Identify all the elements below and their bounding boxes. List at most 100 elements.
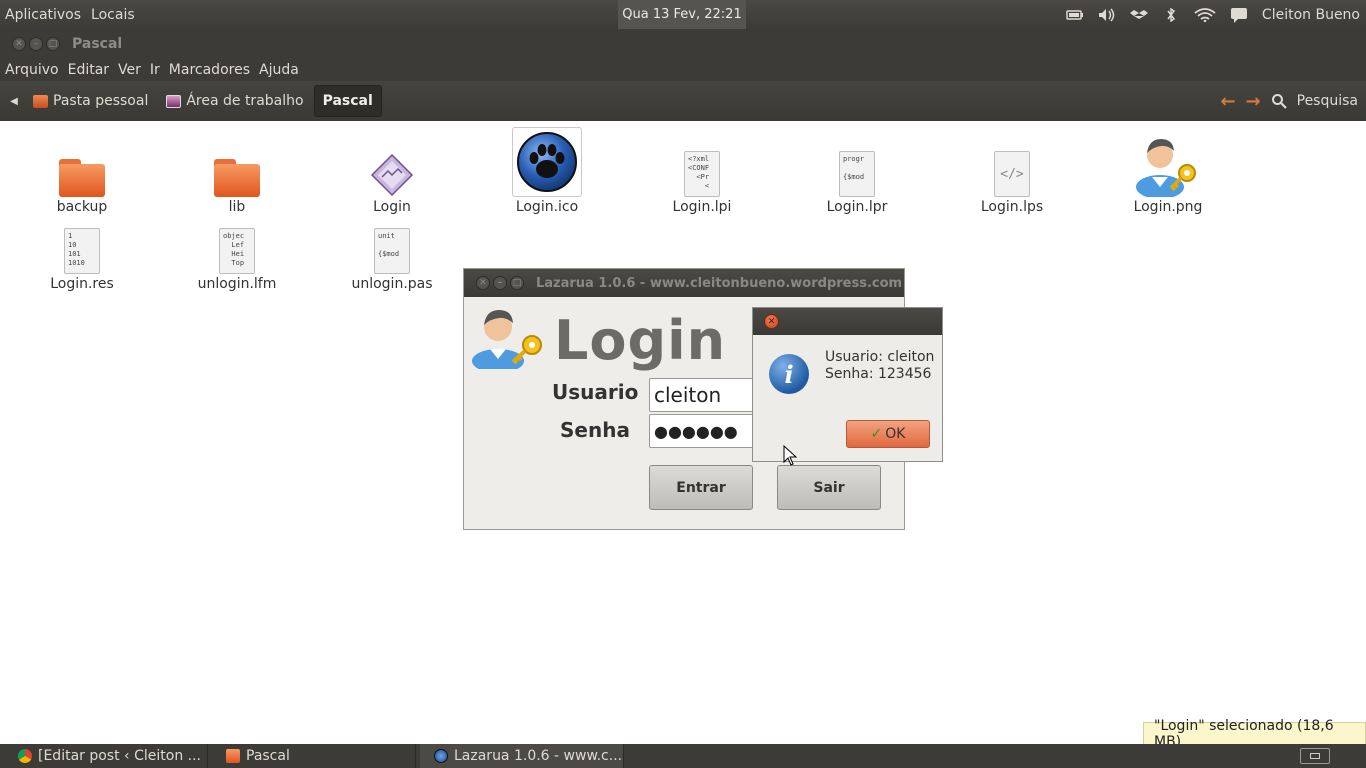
folder-icon	[214, 159, 260, 197]
dialog-message-line1: Usuario: cleiton	[825, 349, 935, 365]
bluetooth-icon[interactable]	[1162, 7, 1180, 22]
password-label: Senha	[560, 418, 630, 442]
forward-arrow-icon[interactable]: →	[1246, 91, 1261, 112]
lazarus-paw-icon	[434, 749, 448, 763]
file-name: Login.ico	[515, 199, 579, 215]
task-label: Pascal	[246, 748, 290, 764]
file-name: Login.lpr	[826, 199, 888, 215]
close-icon[interactable]: ✕	[476, 276, 490, 290]
wifi-icon[interactable]	[1194, 7, 1216, 22]
top-menu: Aplicativos Locais	[0, 7, 135, 23]
messaging-icon[interactable]	[1230, 7, 1248, 23]
document-icon: unit {$mod	[374, 228, 410, 274]
file-item-login-lpr[interactable]: progr {$mod Login.lpr	[792, 121, 922, 215]
user-name[interactable]: Cleiton Bueno	[1262, 7, 1360, 23]
breadcrumb-desktop-label: Área de trabalho	[186, 93, 304, 109]
username-label: Usuario	[552, 380, 639, 404]
menu-arquivo[interactable]: Arquivo	[5, 62, 59, 78]
toolbar-navigation: ← → Pesquisa	[1220, 81, 1358, 121]
breadcrumb-home[interactable]: Pasta pessoal	[25, 87, 156, 115]
back-arrow-icon[interactable]: ←	[1220, 91, 1235, 112]
info-icon: i	[769, 354, 809, 394]
menu-ajuda[interactable]: Ajuda	[259, 62, 299, 78]
dialog-titlebar: ✕	[753, 308, 942, 335]
breadcrumb-pascal[interactable]: Pascal	[313, 85, 382, 117]
task-label: Lazarua 1.0.6 - www.c...	[454, 748, 623, 764]
clock[interactable]: Qua 13 Fev, 22:21	[618, 0, 746, 29]
minimize-icon[interactable]: –	[29, 37, 43, 51]
file-item-login-res[interactable]: 1 10 101 1010 Login.res	[17, 198, 147, 292]
document-icon: <?xml <CONF <Pr <	[684, 151, 720, 197]
document-icon: 1 10 101 1010	[64, 228, 100, 274]
window-title: Pascal	[72, 36, 123, 52]
user-key-icon	[472, 310, 542, 369]
lazarus-paw-icon	[512, 127, 582, 197]
file-manager-menubar: Arquivo Editar Ver Ir Marcadores Ajuda	[0, 59, 1366, 81]
maximize-icon[interactable]: □	[510, 276, 524, 290]
menu-editar[interactable]: Editar	[68, 62, 109, 78]
menu-ir[interactable]: Ir	[150, 62, 160, 78]
breadcrumb-desktop[interactable]: Área de trabalho	[158, 87, 311, 115]
executable-icon	[370, 153, 414, 197]
document-icon: progr {$mod	[839, 151, 875, 197]
username-input[interactable]: cleiton	[649, 378, 769, 412]
file-name: unlogin.pas	[351, 276, 433, 292]
places-menu[interactable]: Locais	[91, 7, 135, 23]
user-key-icon	[1136, 139, 1196, 197]
selection-status: "Login" selecionado (18,6 MB)	[1143, 718, 1366, 750]
code-file-icon: </>	[994, 151, 1030, 197]
breadcrumb-home-label: Pasta pessoal	[53, 93, 149, 109]
close-icon[interactable]: ✕	[12, 37, 26, 51]
dialog-message-line2: Senha: 123456	[825, 366, 932, 382]
dialog-message: Usuario: cleiton Senha: 123456	[825, 349, 934, 383]
lazarus-window-title: Lazarua 1.0.6 - www.cleitonbueno.wordpre…	[536, 275, 903, 291]
breadcrumb-pascal-label: Pascal	[322, 93, 373, 109]
maximize-icon[interactable]: □	[46, 37, 60, 51]
task-browser[interactable]: [Editar post ‹ Cleiton ...	[4, 744, 208, 768]
exit-button[interactable]: Sair	[777, 465, 881, 510]
folder-icon	[59, 159, 105, 197]
applications-menu[interactable]: Aplicativos	[5, 7, 81, 23]
file-name: Login.png	[1133, 199, 1203, 215]
file-item-login-lps[interactable]: </> Login.lps	[947, 121, 1077, 215]
file-manager-toolbar: ◀ Pasta pessoal Área de trabalho Pascal …	[0, 81, 1366, 121]
dropbox-icon[interactable]	[1129, 8, 1148, 22]
task-lazarus[interactable]: Lazarua 1.0.6 - www.c...	[420, 744, 624, 768]
login-heading: Login	[554, 309, 727, 372]
close-icon[interactable]: ✕	[764, 314, 779, 329]
desktop-icon	[1310, 753, 1320, 759]
file-item-unlogin-lfm[interactable]: objec Lef Hei Top unlogin.lfm	[172, 198, 302, 292]
breadcrumb-scroll-left-icon[interactable]: ◀	[3, 96, 25, 107]
minimize-icon[interactable]: –	[493, 276, 507, 290]
file-name: Login.lps	[980, 199, 1044, 215]
file-item-login-ico[interactable]: Login.ico	[482, 121, 612, 215]
file-item-login-png[interactable]: Login.png	[1103, 121, 1233, 215]
search-button[interactable]: Pesquisa	[1297, 93, 1358, 109]
top-panel: Aplicativos Locais Qua 13 Fev, 22:21 Cle…	[0, 0, 1366, 29]
show-desktop-button[interactable]	[1300, 748, 1330, 764]
ok-button[interactable]: ✓ OK	[846, 420, 930, 448]
file-item-login-lpi[interactable]: <?xml <CONF <Pr < Login.lpi	[637, 121, 767, 215]
volume-icon[interactable]	[1098, 8, 1116, 22]
document-icon: objec Lef Hei Top	[219, 228, 255, 274]
ok-button-label: OK	[885, 426, 906, 442]
desktop-folder-icon	[166, 94, 182, 108]
battery-icon[interactable]	[1066, 8, 1084, 22]
password-input[interactable]: ●●●●●●	[649, 414, 769, 448]
enter-button[interactable]: Entrar	[649, 465, 753, 510]
mouse-cursor-icon	[783, 445, 797, 466]
lazarus-titlebar: ✕ – □ Lazarua 1.0.6 - www.cleitonbueno.w…	[464, 269, 904, 297]
message-dialog: ✕ i Usuario: cleiton Senha: 123456 ✓ OK	[752, 307, 943, 462]
task-label: [Editar post ‹ Cleiton ...	[38, 748, 201, 764]
file-item-unlogin-pas[interactable]: unit {$mod unlogin.pas	[327, 198, 457, 292]
search-icon[interactable]	[1271, 93, 1287, 109]
menu-ver[interactable]: Ver	[118, 62, 141, 78]
system-tray: Cleiton Bueno	[1066, 0, 1360, 29]
file-name: Login.res	[50, 276, 114, 292]
chrome-icon	[18, 749, 32, 763]
home-folder-icon	[33, 94, 48, 108]
menu-marcadores[interactable]: Marcadores	[169, 62, 250, 78]
folder-icon	[226, 749, 240, 763]
file-manager-titlebar: ✕ – □ Pascal	[0, 29, 1366, 59]
task-file-manager[interactable]: Pascal	[212, 744, 416, 768]
